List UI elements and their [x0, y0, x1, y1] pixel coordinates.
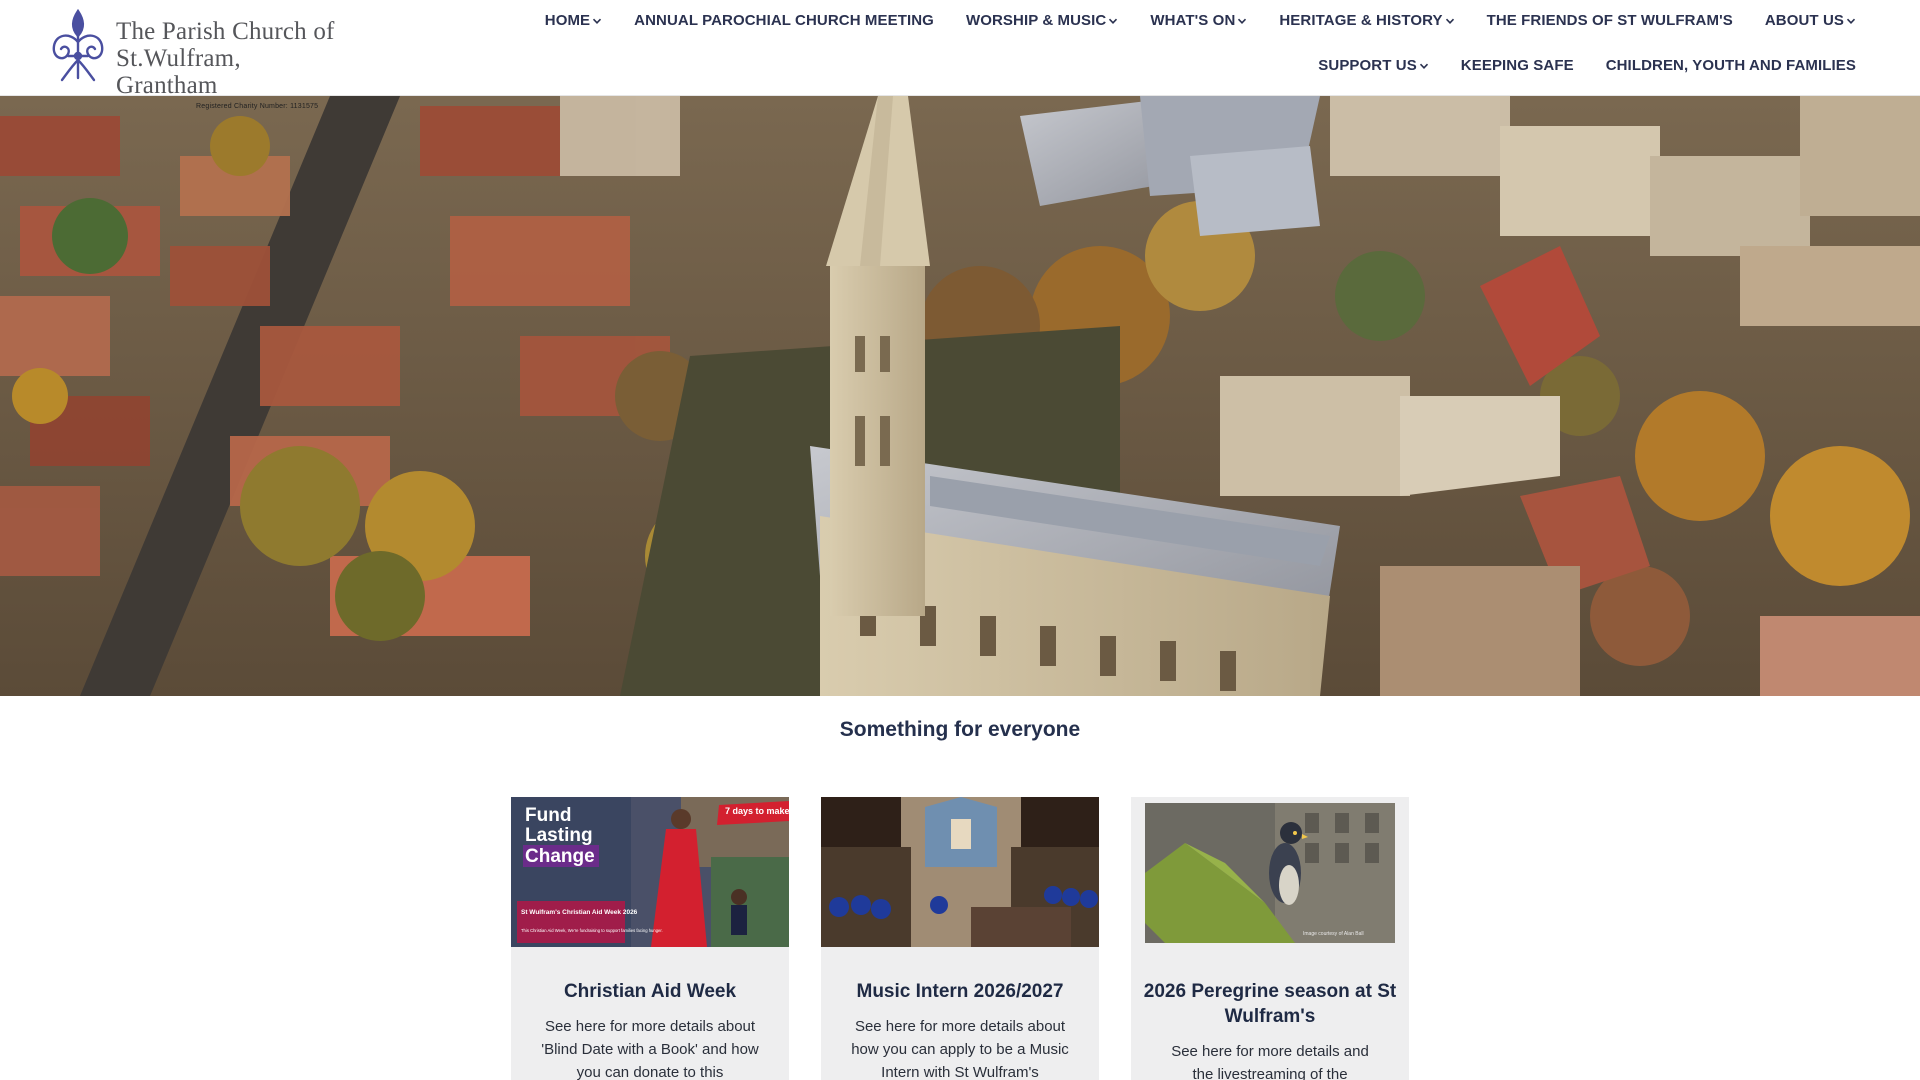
hero-aerial-church-image	[0, 96, 1920, 696]
chevron-down-icon	[1238, 18, 1247, 24]
peregrine-falcon-image: Image courtesy of Alan Ball	[1145, 803, 1395, 943]
poster-banner-text: 7 days to make a difference	[725, 806, 789, 816]
nav-item-label: ABOUT US	[1764, 12, 1844, 29]
nav-item-worship-music[interactable]: WORSHIP & MUSIC	[966, 12, 1118, 29]
nav-row-2: SUPPORT US KEEPING SAFE CHILDREN, YOUTH …	[1318, 57, 1856, 74]
chevron-down-icon	[1846, 18, 1856, 24]
nav-item-label: HOME	[544, 12, 591, 29]
logo-text: The Parish Church of St.Wulfram, Grantha…	[116, 18, 336, 110]
image-credit: Image courtesy of Alan Ball	[1303, 931, 1364, 937]
card-text: See here for more details and the livest…	[1171, 1043, 1369, 1080]
nav-item-label: ANNUAL PAROCHIAL CHURCH MEETING	[634, 12, 934, 29]
site-header: The Parish Church of St.Wulfram, Grantha…	[0, 0, 1920, 110]
poster-caption-body: This Christian Aid Week, We're fundraisi…	[521, 928, 663, 933]
nav-item-label: KEEPING SAFE	[1460, 57, 1574, 74]
christian-aid-week-image: 7 days to make a difference Fund Lasting…	[511, 797, 789, 947]
main-navigation: HOME ANNUAL PAROCHIAL CHURCH MEETING WOR…	[545, 0, 1856, 96]
card-music-intern[interactable]: Music Intern 2026/2027 See here for more…	[821, 797, 1099, 1080]
nav-item-support-us[interactable]: SUPPORT US	[1318, 57, 1429, 74]
nav-item-children-youth-families[interactable]: CHILDREN, YOUTH AND FAMILIES	[1606, 57, 1856, 74]
nav-item-label: WORSHIP & MUSIC	[965, 12, 1107, 29]
nav-item-heritage-history[interactable]: HERITAGE & HISTORY	[1279, 12, 1454, 29]
poster-headline-3: Change	[525, 846, 595, 867]
nav-row-1: HOME ANNUAL PAROCHIAL CHURCH MEETING WOR…	[545, 12, 1856, 29]
logo-title-line2: St.Wulfram, Grantham	[116, 45, 241, 99]
chevron-down-icon	[593, 18, 602, 24]
charity-number: Registered Charity Number: 1131575	[196, 103, 319, 110]
nav-item-label: SUPPORT US	[1318, 57, 1417, 74]
card-title: 2026 Peregrine season at St Wulfram's	[1143, 981, 1397, 1027]
chevron-down-icon	[1109, 18, 1118, 24]
nav-item-keeping-safe[interactable]: KEEPING SAFE	[1461, 57, 1574, 74]
hero-banner	[0, 96, 1920, 696]
nav-item-label: HERITAGE & HISTORY	[1279, 12, 1443, 29]
nav-item-label: WHAT'S ON	[1150, 12, 1236, 29]
poster-headline-2: Lasting	[525, 825, 593, 846]
poster-headline-1: Fund	[525, 805, 571, 826]
card-title: Christian Aid Week	[563, 981, 737, 1002]
chevron-down-icon	[1445, 18, 1454, 24]
feature-cards: 7 days to make a difference Fund Lasting…	[511, 797, 1409, 1080]
card-peregrine-season[interactable]: Image courtesy of Alan Ball 2026 Peregri…	[1131, 797, 1409, 1080]
card-christian-aid-week[interactable]: 7 days to make a difference Fund Lasting…	[511, 797, 789, 1080]
section-title: Something for everyone	[839, 718, 1081, 741]
poster-caption-title: St Wulfram's Christian Aid Week 2026	[521, 909, 638, 916]
nav-item-home[interactable]: HOME	[545, 12, 602, 29]
card-title: Music Intern 2026/2027	[856, 981, 1064, 1002]
chevron-down-icon	[1419, 63, 1428, 69]
nav-item-label: CHILDREN, YOUTH AND FAMILIES	[1605, 57, 1856, 74]
choir-in-church-image	[821, 797, 1099, 947]
nav-item-about-us[interactable]: ABOUT US	[1765, 12, 1856, 29]
site-logo-link[interactable]: The Parish Church of St.Wulfram, Grantha…	[46, 8, 336, 110]
logo-title-line1: The Parish Church of	[116, 18, 335, 45]
nav-item-annual-parochial-church-meeting[interactable]: ANNUAL PAROCHIAL CHURCH MEETING	[634, 12, 934, 29]
nav-item-friends-of-st-wulframs[interactable]: THE FRIENDS OF ST WULFRAM'S	[1487, 12, 1733, 29]
card-text: See here for more details about how you …	[851, 1018, 1069, 1080]
nav-item-whats-on[interactable]: WHAT'S ON	[1150, 12, 1247, 29]
nav-item-label: THE FRIENDS OF ST WULFRAM'S	[1486, 12, 1733, 29]
fleur-de-lis-icon	[52, 8, 104, 82]
card-text: See here for more details about 'Blind D…	[541, 1018, 759, 1080]
